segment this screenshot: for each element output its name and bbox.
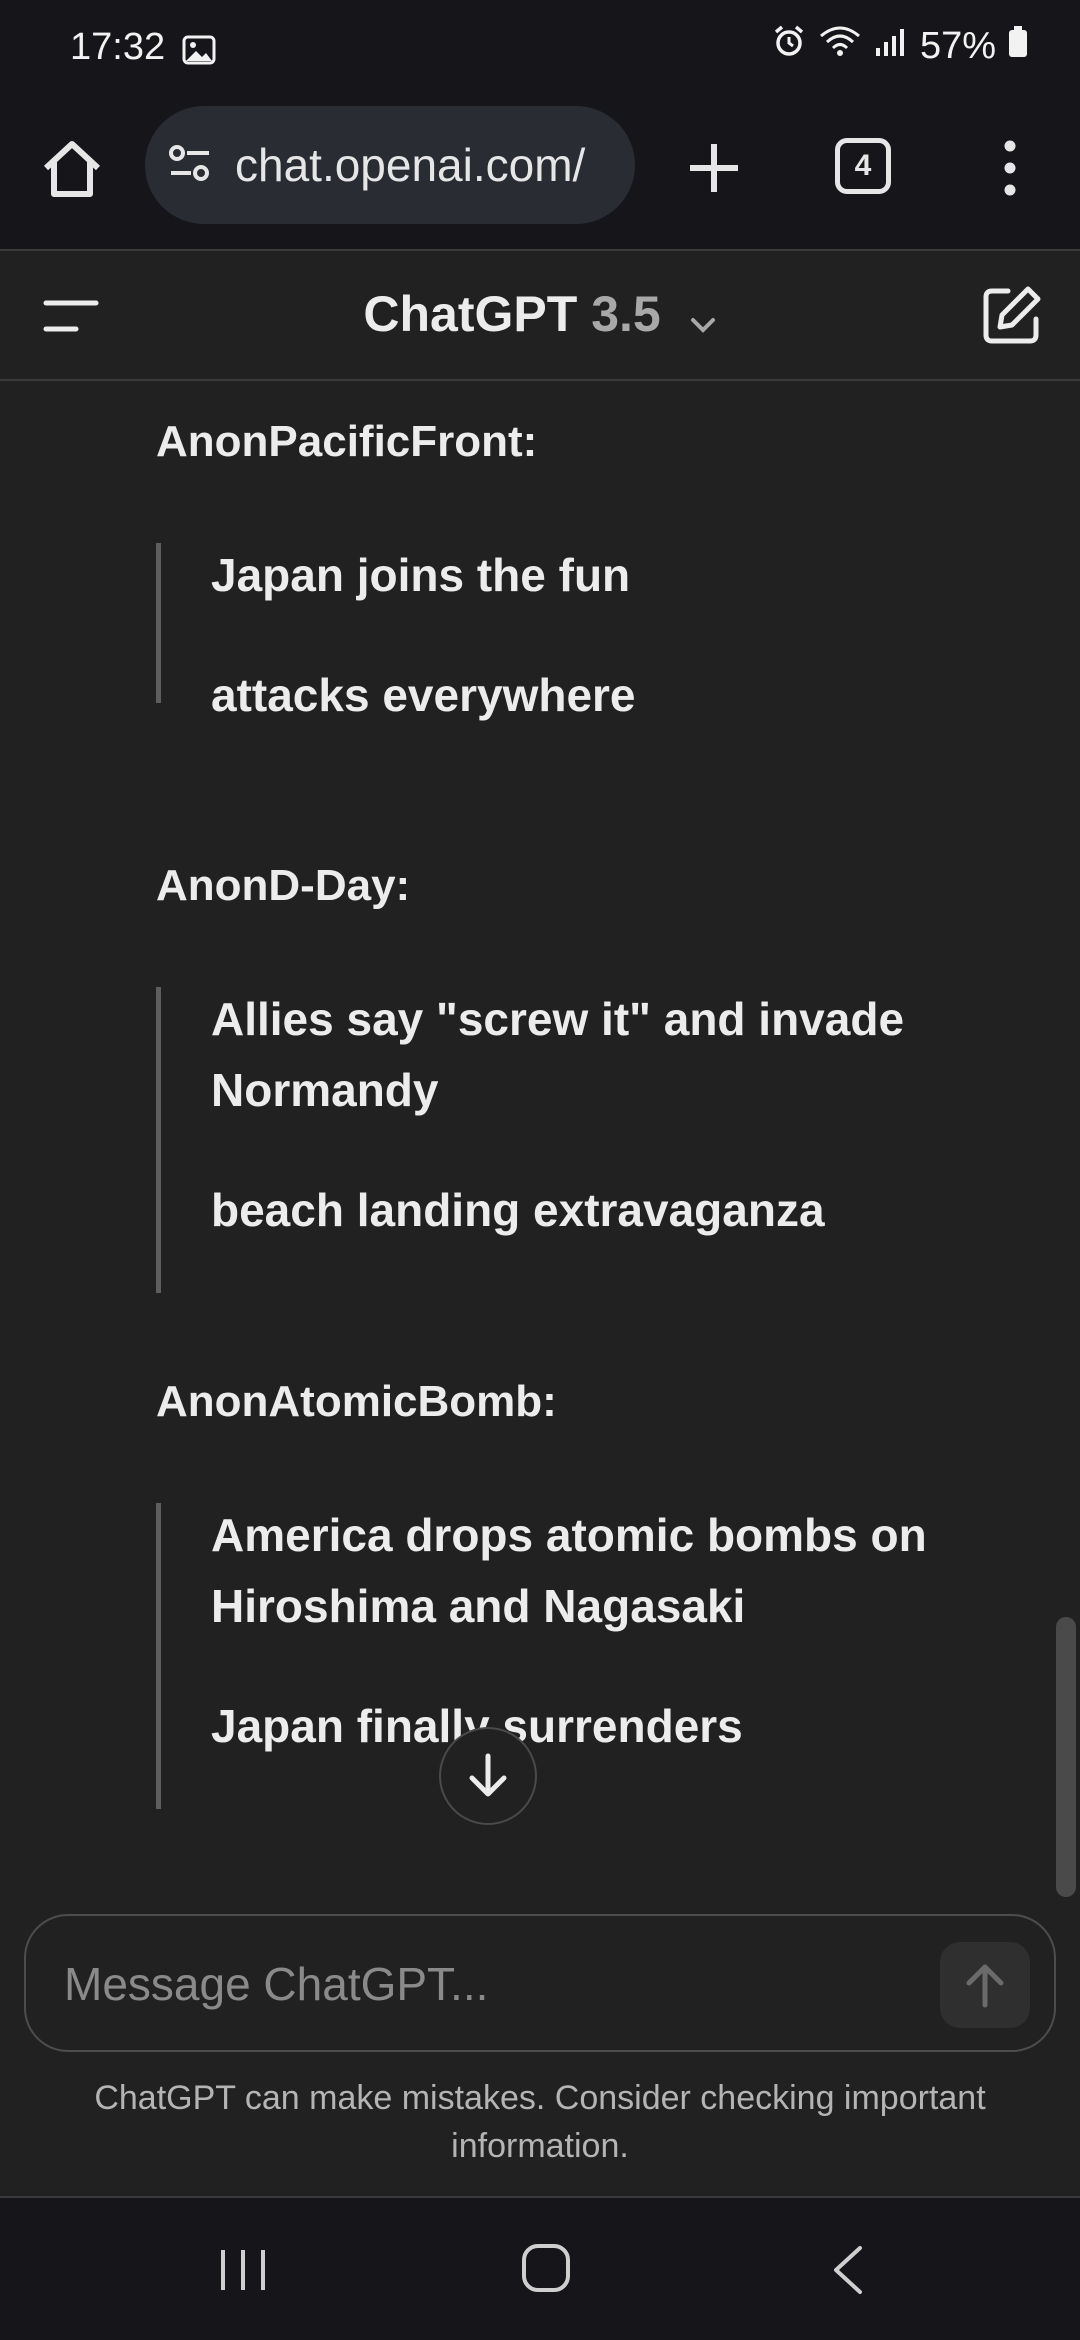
home-nav-icon [522,2244,570,2292]
scroll-to-bottom-button[interactable] [439,1727,537,1825]
chat-header: ChatGPT 3.5 [0,251,1080,381]
blockquote: America drops atomic bombs on Hiroshima … [156,1503,1016,1809]
message-input[interactable] [62,1950,926,2018]
app-title: ChatGPT [363,286,578,342]
recents-icon [221,2250,265,2290]
disclaimer-text: ChatGPT can make mistakes. Consider chec… [94,2079,986,2165]
chevron-down-icon [689,289,717,347]
message-heading: AnonPacificFront: [156,417,538,466]
blockquote: Allies say "screw it" and invade Normand… [156,987,1016,1293]
quote-line: Allies say "screw it" and invade Normand… [211,993,905,1116]
signal-icon [874,25,908,68]
system-nav-bar [0,2198,1080,2340]
back-icon [834,2246,862,2294]
quote-line: beach landing extravaganza [211,1184,825,1236]
wifi-icon [818,24,862,68]
model-version: 3.5 [591,286,661,342]
message-composer [24,1914,1056,2052]
battery-icon [1008,25,1028,68]
browser-toolbar: chat.openai.com/ 4 [0,100,1080,250]
status-time: 17:32 [70,26,166,68]
site-settings-icon[interactable] [167,143,213,188]
quote-line: Japan finally surrenders [211,1700,743,1752]
recents-button[interactable] [215,2246,271,2299]
status-bar: 17:32 57% [0,0,1080,100]
battery-text: 57% [919,24,996,67]
more-icon [1004,140,1016,196]
plus-icon [690,144,738,192]
image-icon [182,35,216,70]
home-button[interactable] [36,134,108,206]
arrow-up-icon [966,1964,1004,2008]
message-heading: AnonAtomicBomb: [156,1377,557,1426]
blockquote: Japan joins the fun attacks everywhere [156,543,1016,721]
conversation: AnonPacificFront: Japan joins the fun at… [0,381,1080,1915]
browser-menu-button[interactable] [990,138,1030,198]
back-button[interactable] [828,2244,868,2301]
home-icon [43,141,101,197]
url-text: chat.openai.com/ [235,139,586,191]
compose-icon [983,286,1041,344]
message-heading: AnonD-Day: [156,861,411,910]
new-tab-button[interactable] [680,134,748,202]
quote-line: Japan joins the fun [211,549,631,601]
arrow-down-icon [469,1753,507,1797]
quote-line: America drops atomic bombs on Hiroshima … [211,1509,927,1632]
new-chat-button[interactable] [978,283,1044,349]
address-bar[interactable]: chat.openai.com/ [145,106,635,224]
tab-switcher-button[interactable]: 4 [835,138,891,194]
scrollbar-thumb[interactable] [1056,1617,1076,1897]
home-nav-button[interactable] [520,2242,572,2299]
send-button[interactable] [940,1942,1030,2028]
alarm-icon [772,24,806,68]
quote-line: attacks everywhere [211,669,636,721]
model-selector[interactable]: ChatGPT 3.5 [0,285,1080,347]
